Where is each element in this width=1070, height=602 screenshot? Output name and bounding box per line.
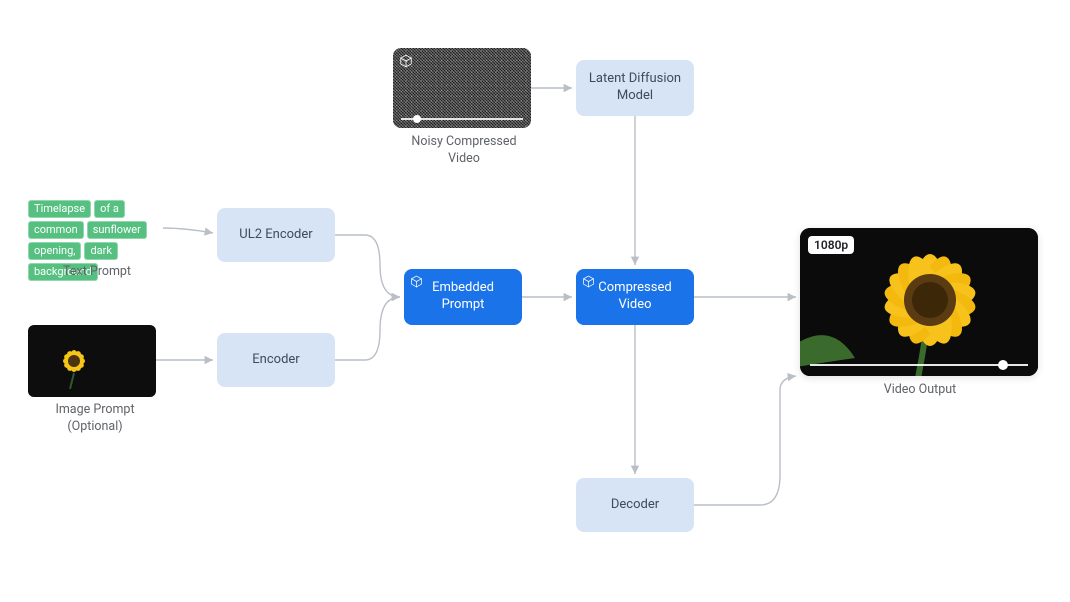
- token: common: [28, 221, 84, 239]
- cube-icon: [582, 275, 595, 288]
- noise-timeline: [401, 118, 523, 120]
- resolution-badge: 1080p: [808, 236, 854, 254]
- decoder-node: Decoder: [576, 478, 694, 532]
- node-label: Decoder: [611, 497, 659, 514]
- node-label: Compressed Video: [598, 280, 671, 314]
- token: of a: [94, 200, 125, 218]
- noisy-compressed-video: [393, 48, 531, 128]
- node-label: Latent Diffusion Model: [589, 71, 681, 105]
- compressed-video-node: Compressed Video: [576, 269, 694, 325]
- node-label: Embedded Prompt: [432, 280, 494, 314]
- node-label: Encoder: [252, 352, 299, 369]
- node-label: UL2 Encoder: [239, 227, 312, 244]
- latent-diffusion-node: Latent Diffusion Model: [576, 60, 694, 116]
- image-prompt-caption: Image Prompt (Optional): [40, 402, 150, 436]
- cube-icon: [410, 275, 423, 288]
- noisy-video-caption: Noisy Compressed Video: [400, 134, 528, 168]
- embedded-prompt-node: Embedded Prompt: [404, 269, 522, 325]
- image-prompt-thumbnail: [28, 325, 156, 397]
- token: dark: [84, 242, 118, 260]
- ul2-encoder-node: UL2 Encoder: [217, 208, 335, 262]
- token: opening,: [28, 242, 81, 260]
- encoder-node: Encoder: [217, 333, 335, 387]
- cube-icon: [399, 54, 413, 68]
- token: Timelapse: [28, 200, 91, 218]
- token: sunflower: [87, 221, 147, 239]
- sunflower-small-icon: [44, 339, 114, 389]
- text-prompt-caption: Text Prompt: [52, 264, 142, 281]
- video-timeline: [810, 364, 1028, 366]
- video-output: 1080p: [800, 228, 1038, 376]
- video-output-caption: Video Output: [870, 382, 970, 399]
